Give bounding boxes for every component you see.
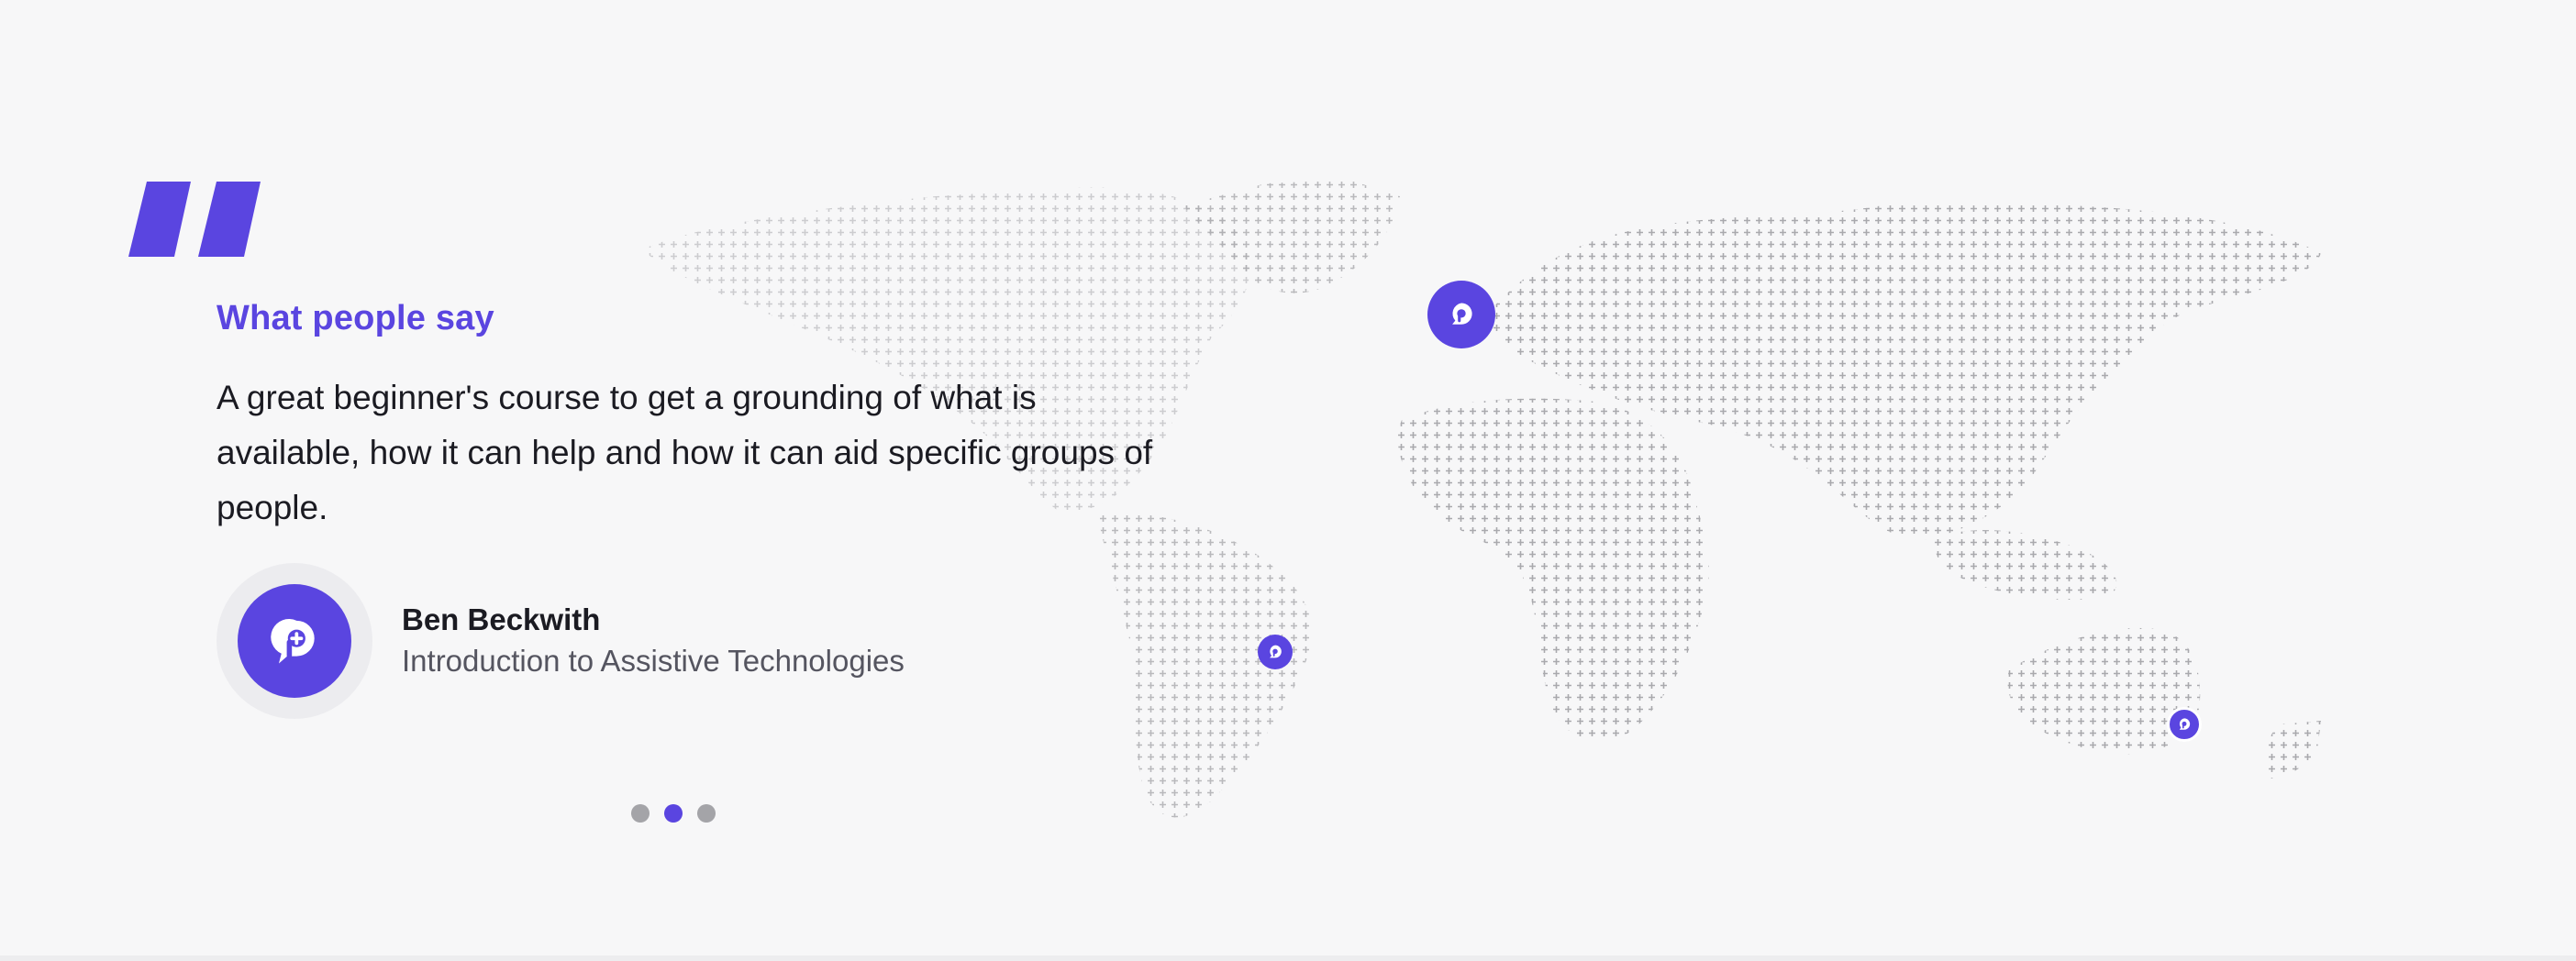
chat-plus-icon (271, 619, 315, 664)
quote-icon (128, 182, 261, 257)
map-new-zealand (2262, 721, 2321, 779)
map-eurasia (1484, 200, 2321, 540)
author-name: Ben Beckwith (402, 602, 601, 636)
section-heading: What people say (217, 299, 494, 337)
map-pin-europe[interactable] (1427, 281, 1495, 348)
map-pin-south-america[interactable] (1258, 635, 1293, 669)
author-info: Ben Beckwith Introduction to Assistive T… (402, 600, 905, 682)
map-greenland (1183, 180, 1400, 293)
avatar-badge (238, 584, 351, 698)
testimonial-section: What people say A great beginner's cours… (0, 0, 2576, 961)
carousel-dots (631, 804, 716, 823)
map-africa (1397, 398, 1709, 742)
avatar (217, 563, 372, 719)
map-southeast-asia (1934, 530, 2117, 601)
carousel-dot-2[interactable] (664, 804, 683, 823)
carousel-dot-3[interactable] (697, 804, 716, 823)
testimonial-author: Ben Beckwith Introduction to Assistive T… (217, 563, 905, 719)
carousel-dot-1[interactable] (631, 804, 650, 823)
brand-pin-icon (1452, 303, 1472, 325)
section-divider (0, 955, 2576, 961)
map-pin-australia[interactable] (2167, 707, 2202, 742)
brand-pin-icon (2179, 718, 2191, 730)
author-course: Introduction to Assistive Technologies (402, 644, 905, 678)
testimonial-quote: A great beginner's course to get a groun… (217, 379, 1153, 526)
brand-pin-icon (1270, 645, 1282, 658)
